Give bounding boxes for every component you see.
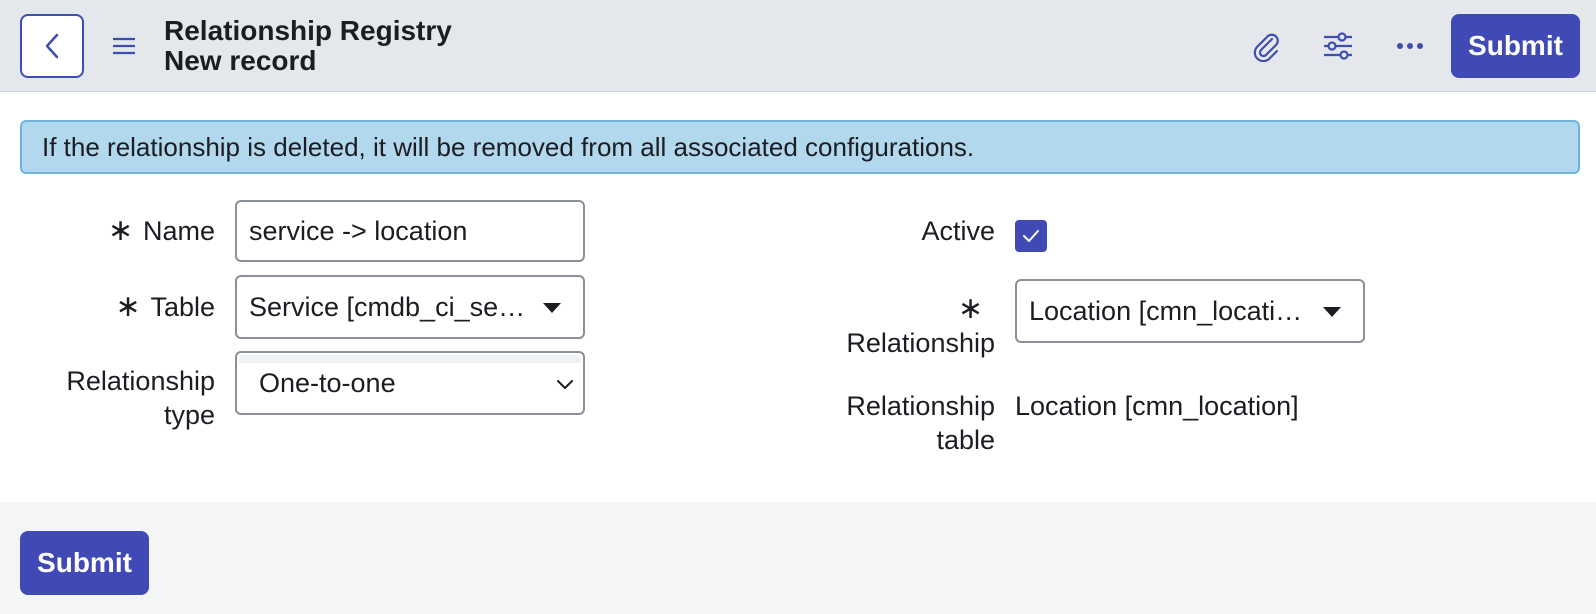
required-asterisk: ∗	[107, 214, 133, 247]
form-body: If the relationship is deleted, it will …	[0, 92, 1596, 502]
form-footer: Submit	[0, 502, 1596, 614]
submit-button-bottom[interactable]: Submit	[20, 531, 149, 595]
table-label: ∗ Table	[115, 290, 215, 323]
relationship-type-select[interactable]: One-to-one	[235, 351, 585, 415]
hamburger-menu-icon[interactable]	[110, 34, 138, 58]
relationship-reference-select[interactable]: Location [cmn_locati…	[1015, 279, 1365, 343]
relationship-select-value: Location [cmn_locati…	[1029, 295, 1303, 326]
table-select-value: Service [cmdb_ci_ser…	[249, 291, 527, 322]
name-label: ∗ Name	[107, 214, 215, 247]
active-checkbox[interactable]	[1015, 220, 1047, 252]
relationship-table-label: Relationship table	[846, 391, 995, 455]
chevron-left-icon	[45, 33, 59, 59]
back-button[interactable]	[20, 14, 84, 78]
relationship-type-value: One-to-one	[259, 367, 396, 398]
info-alert: If the relationship is deleted, it will …	[20, 120, 1580, 174]
form-header: Relationship Registry New record Submit	[0, 0, 1596, 92]
page-title-group: Relationship Registry New record	[164, 16, 452, 76]
required-asterisk: ∗	[115, 290, 141, 323]
table-reference-select[interactable]: Service [cmdb_ci_ser…	[235, 275, 585, 339]
active-label: Active	[921, 216, 995, 246]
caret-down-icon	[1323, 307, 1341, 317]
more-horizontal-icon[interactable]	[1392, 28, 1428, 64]
caret-down-icon	[543, 303, 561, 313]
chevron-down-icon	[557, 380, 573, 389]
name-input[interactable]: service -> location	[235, 200, 585, 262]
checkmark-icon	[1023, 230, 1039, 242]
submit-button-top[interactable]: Submit	[1451, 14, 1580, 78]
relationship-type-label: Relationship type	[66, 366, 215, 430]
paperclip-icon[interactable]	[1248, 28, 1284, 64]
page-title: Relationship Registry	[164, 15, 452, 46]
relationship-table-value: Location [cmn_location]	[1015, 391, 1299, 421]
name-input-value: service -> location	[249, 215, 468, 246]
relationship-label: ∗ Relationship	[820, 292, 995, 360]
page-subtitle: New record	[164, 45, 317, 76]
sliders-icon[interactable]	[1320, 28, 1356, 64]
required-asterisk: ∗	[957, 292, 983, 325]
